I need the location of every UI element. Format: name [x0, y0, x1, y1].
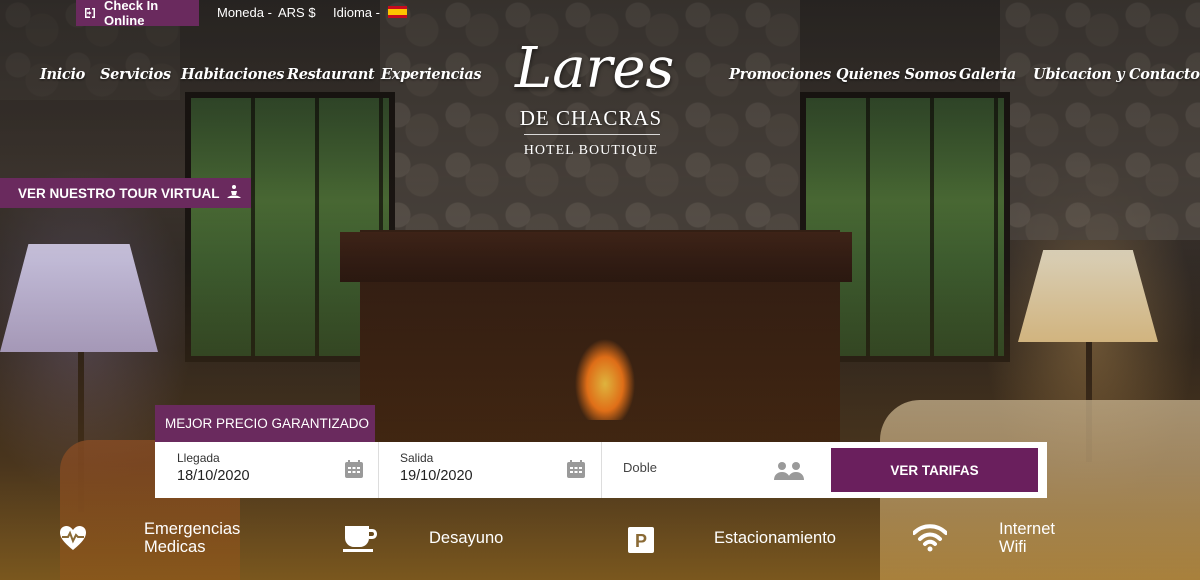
calendar-icon[interactable]: [344, 459, 364, 484]
nav-ubicacion-contacto[interactable]: Ubicacion y Contacto: [1033, 66, 1200, 83]
logo-title: Lares: [515, 36, 675, 101]
amenity-text: Emergencias: [144, 520, 241, 538]
nav-inicio[interactable]: Inicio: [40, 66, 85, 83]
amenity-internet-wifi: Internet Wifi: [999, 520, 1055, 556]
virtual-tour-label: VER NUESTRO TOUR VIRTUAL: [18, 185, 220, 201]
guests-icon: [773, 461, 805, 486]
amenity-text: Desayuno: [429, 529, 504, 547]
wifi-icon: [912, 524, 948, 557]
currency-selector[interactable]: ARS $: [278, 5, 316, 20]
nav-galeria[interactable]: Galeria: [959, 66, 1016, 83]
logo-tagline: HOTEL BOUTIQUE: [523, 143, 659, 158]
amenity-estacionamiento: Estacionamiento: [714, 529, 836, 547]
person-meditation-icon: [226, 184, 242, 203]
arrival-value: 18/10/2020: [177, 468, 250, 484]
departure-label: Salida: [400, 451, 434, 465]
svg-text:P: P: [635, 531, 647, 551]
coffee-cup-icon: [343, 523, 379, 558]
logo-divider: [524, 134, 660, 135]
logo-subtitle: DE CHACRAS: [519, 106, 663, 130]
amenity-text: Internet: [999, 520, 1055, 538]
departure-date-field[interactable]: Salida 19/10/2020: [378, 442, 601, 498]
nav-servicios[interactable]: Servicios: [100, 66, 171, 83]
virtual-tour-button[interactable]: VER NUESTRO TOUR VIRTUAL: [0, 178, 251, 208]
sign-in-icon: [84, 7, 96, 19]
nav-habitaciones[interactable]: Habitaciones: [181, 66, 284, 83]
nav-experiencias[interactable]: Experiencias: [381, 66, 482, 83]
amenity-emergencias: Emergencias Medicas: [144, 520, 240, 556]
check-in-online-label: Check In Online: [104, 0, 159, 28]
arrival-date-field[interactable]: Llegada 18/10/2020: [155, 442, 378, 498]
nav-promociones[interactable]: Promociones: [729, 66, 831, 83]
nav-restaurant[interactable]: Restaurant: [287, 66, 375, 83]
calendar-icon[interactable]: [566, 459, 586, 484]
language-label: Idioma -: [333, 5, 380, 20]
nav-quienes-somos[interactable]: Quienes Somos: [836, 66, 957, 83]
room-type-selector[interactable]: Doble: [601, 442, 825, 498]
parking-icon: P: [628, 527, 654, 558]
amenity-text: Wifi: [999, 538, 1027, 556]
heart-pulse-icon: [59, 525, 87, 556]
view-rates-button[interactable]: VER TARIFAS: [831, 448, 1038, 492]
spain-flag-icon[interactable]: [388, 6, 407, 18]
currency-label: Moneda -: [217, 5, 272, 20]
room-type-value: Doble: [623, 460, 657, 475]
check-in-online-button[interactable]: Check In Online: [76, 0, 199, 28]
amenity-text: Estacionamiento: [714, 529, 836, 547]
departure-value: 19/10/2020: [400, 468, 473, 484]
amenity-text: Medicas: [144, 538, 206, 556]
amenity-desayuno: Desayuno: [429, 529, 503, 547]
best-price-badge: MEJOR PRECIO GARANTIZADO: [155, 405, 375, 442]
booking-form: Llegada 18/10/2020 Salida 19/10/2020 Dob…: [155, 442, 1047, 498]
arrival-label: Llegada: [177, 451, 220, 465]
